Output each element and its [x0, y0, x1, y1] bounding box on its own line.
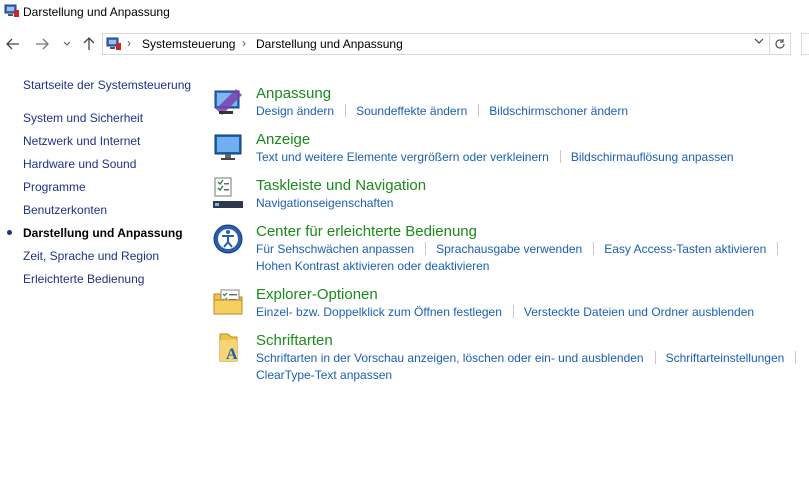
- fonts-folder-icon: A: [219, 333, 238, 363]
- sidebar-item-appearance: Darstellung und Anpassung: [23, 226, 183, 240]
- sidebar-item-ease-of-access[interactable]: Erleichterte Bedienung: [23, 272, 144, 286]
- breadcrumb-separator-icon[interactable]: ›: [127, 36, 131, 50]
- link-easy-access-keys[interactable]: Easy Access-Tasten aktivieren: [604, 242, 766, 256]
- breadcrumb-systemsteuerung[interactable]: Systemsteuerung: [142, 37, 235, 51]
- category-title[interactable]: Anpassung: [256, 85, 331, 102]
- link-divider: [512, 305, 514, 318]
- link-vision-adjust[interactable]: Für Sehschwächen anpassen: [256, 242, 414, 256]
- category-links: Hohen Kontrast aktivieren oder deaktivie…: [256, 259, 489, 273]
- link-preview-fonts[interactable]: Schriftarten in der Vorschau anzeigen, l…: [256, 351, 644, 365]
- ease-of-access-icon: [213, 224, 243, 254]
- link-narrator[interactable]: Sprachausgabe verwenden: [436, 242, 582, 256]
- arrow-left-icon[interactable]: [4, 34, 22, 54]
- link-screen-saver[interactable]: Bildschirmschoner ändern: [489, 104, 628, 118]
- control-panel-icon: [106, 37, 121, 50]
- refresh-icon[interactable]: [769, 33, 791, 55]
- arrow-up-icon[interactable]: [80, 34, 98, 54]
- arrow-right-icon[interactable]: [33, 34, 51, 54]
- personalization-icon: [214, 89, 242, 115]
- navigation-bar: › Systemsteuerung › Darstellung und Anpa…: [0, 30, 809, 58]
- taskbar-icon: [213, 177, 243, 208]
- link-divider: [777, 242, 779, 255]
- link-divider: [559, 150, 561, 163]
- category-links: Schriftarten in der Vorschau anzeigen, l…: [256, 351, 806, 365]
- display-monitor-icon: [214, 134, 242, 160]
- svg-text:A: A: [226, 346, 238, 363]
- active-item-bullet-icon: [7, 230, 12, 235]
- sidebar-item-system-security[interactable]: System und Sicherheit: [23, 111, 143, 125]
- category-links: Design ändern Soundeffekte ändern Bildschi…: [256, 104, 628, 118]
- breadcrumb-current[interactable]: Darstellung und Anpassung: [256, 37, 403, 51]
- breadcrumb-separator-icon[interactable]: ›: [242, 36, 246, 50]
- link-font-settings[interactable]: Schriftarteinstellungen: [666, 351, 785, 365]
- sidebar-home-link[interactable]: Startseite der Systemsteuerung: [23, 78, 191, 92]
- link-divider: [425, 242, 427, 255]
- sidebar-item-network-internet[interactable]: Netzwerk und Internet: [23, 134, 140, 148]
- category-links: Einzel- bzw. Doppelklick zum Öffnen fest…: [256, 305, 754, 319]
- link-divider: [478, 104, 480, 117]
- link-hidden-files[interactable]: Versteckte Dateien und Ordner ausblenden: [524, 305, 754, 319]
- link-divider: [593, 242, 595, 255]
- category-title[interactable]: Explorer-Optionen: [256, 286, 378, 303]
- category-links: Text und weitere Elemente vergrößern ode…: [256, 150, 734, 164]
- link-divider: [345, 104, 347, 117]
- title-bar: Darstellung und Anpassung: [0, 0, 809, 26]
- category-title[interactable]: Anzeige: [256, 131, 310, 148]
- control-panel-icon: [4, 4, 19, 17]
- folder-options-icon: [213, 289, 243, 315]
- link-divider: [795, 351, 797, 364]
- category-title[interactable]: Center für erleichterte Bedienung: [256, 223, 477, 240]
- link-resize-text[interactable]: Text und weitere Elemente vergrößern ode…: [256, 150, 549, 164]
- sidebar-item-programs[interactable]: Programme: [23, 180, 86, 194]
- link-cleartype[interactable]: ClearType-Text anpassen: [256, 368, 392, 382]
- sidebar-item-user-accounts[interactable]: Benutzerkonten: [23, 203, 107, 217]
- category-links: Für Sehschwächen anpassen Sprachausgabe v…: [256, 242, 788, 256]
- category-links: ClearType-Text anpassen: [256, 368, 392, 382]
- window-title: Darstellung und Anpassung: [23, 5, 170, 19]
- address-dropdown-icon[interactable]: [754, 37, 764, 48]
- sidebar-item-hardware-sound[interactable]: Hardware und Sound: [23, 157, 136, 171]
- link-divider: [654, 351, 656, 364]
- link-screen-resolution[interactable]: Bildschirmauflösung anpassen: [571, 150, 734, 164]
- link-sound-effects[interactable]: Soundeffekte ändern: [356, 104, 467, 118]
- link-change-theme[interactable]: Design ändern: [256, 104, 334, 118]
- link-single-double-click[interactable]: Einzel- bzw. Doppelklick zum Öffnen fest…: [256, 305, 502, 319]
- address-bar[interactable]: › Systemsteuerung › Darstellung und Anpa…: [102, 33, 770, 55]
- link-high-contrast[interactable]: Hohen Kontrast aktivieren oder deaktivie…: [256, 259, 489, 273]
- category-title[interactable]: Taskleiste und Navigation: [256, 177, 426, 194]
- search-input[interactable]: [801, 33, 809, 55]
- link-navigation-properties[interactable]: Navigationseigenschaften: [256, 196, 393, 210]
- category-links: Navigationseigenschaften: [256, 196, 393, 210]
- category-title[interactable]: Schriftarten: [256, 332, 333, 349]
- recent-locations-chevron-icon[interactable]: [58, 34, 76, 54]
- sidebar-item-clock-region[interactable]: Zeit, Sprache und Region: [23, 249, 159, 263]
